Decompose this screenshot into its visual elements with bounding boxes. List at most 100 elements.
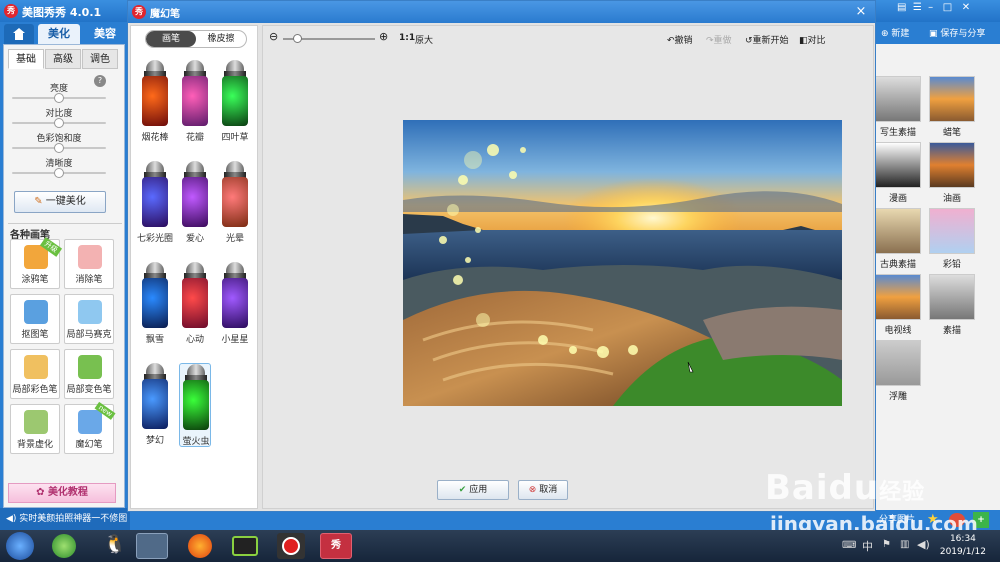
pen-item[interactable]: 小星星 [219, 262, 251, 346]
cancel-button[interactable]: ⊗ 取消 [518, 480, 568, 500]
volume-icon[interactable]: ◀) [917, 538, 930, 551]
effect-thumbnail[interactable] [929, 274, 975, 320]
media-player-icon[interactable] [232, 536, 258, 556]
compare-button[interactable]: ◧对比 [799, 33, 826, 46]
tool-button[interactable]: 背景虚化 [10, 404, 60, 454]
subtab-advanced[interactable]: 高级 [45, 49, 81, 69]
effect-thumbnail[interactable] [875, 142, 921, 188]
status-text[interactable]: 实时美颜拍照神器一不修图 [19, 514, 127, 524]
tool-icon [78, 245, 102, 269]
zoom-knob[interactable] [292, 34, 302, 43]
magic-pen-dialog: 秀 魔幻笔 × 画笔 橡皮擦 烟花棒 花瓣 四叶草 七彩光圈 爱心 光晕 飘雪 心动 小星星 梦幻… [127, 0, 876, 512]
tray-flag-icon[interactable]: ⚑ [882, 539, 891, 550]
language-indicator[interactable]: 中 [862, 538, 873, 554]
clock[interactable]: 16:34 2019/1/12 [940, 533, 986, 559]
slider-knob[interactable] [54, 143, 64, 153]
effect-label[interactable]: 电视线 [868, 323, 928, 336]
effect-label[interactable]: 油画 [922, 191, 982, 204]
pen-item[interactable]: 萤火虫 [179, 363, 211, 447]
mode-eraser[interactable]: 橡皮擦 [196, 31, 246, 47]
redo-icon: ↷ [706, 36, 714, 46]
minimize-icon[interactable]: – [928, 2, 933, 13]
save-share-button[interactable]: ▣ 保存与分享 [929, 26, 985, 39]
mode-brush[interactable]: 画笔 [146, 31, 196, 47]
slider-sharpness: 清晰度 [12, 156, 106, 178]
network-icon[interactable]: ▥ [900, 539, 909, 550]
tool-button[interactable]: 涂鸦笔 升级 [10, 237, 63, 289]
compare-label: 对比 [807, 36, 826, 46]
effect-label[interactable]: 素描 [922, 323, 982, 336]
recorder-icon[interactable] [277, 533, 305, 559]
tool-button[interactable]: 局部变色笔 [64, 349, 114, 399]
maximize-icon[interactable]: □ [943, 2, 952, 13]
effect-thumbnail[interactable] [875, 274, 921, 320]
new-button[interactable]: ⊕ 新建 [881, 26, 909, 39]
menu-icon[interactable]: ☰ [913, 2, 922, 13]
effect-label[interactable]: 写生素描 [868, 125, 928, 138]
slider-knob[interactable] [54, 168, 64, 178]
left-panel: 基础 高级 调色 ? 亮度 对比度 色彩饱和度 清晰度 ✎ 一键美化 各种画笔 … [3, 44, 125, 508]
zoom-in-icon[interactable]: ⊕ [379, 30, 388, 43]
keyboard-icon[interactable]: ⌨ [842, 540, 856, 551]
tool-button[interactable]: 局部马赛克 [64, 294, 114, 344]
apply-button[interactable]: ✔ 应用 [437, 480, 509, 500]
subtab-basic[interactable]: 基础 [8, 49, 44, 69]
effect-thumbnail[interactable] [875, 208, 921, 254]
tool-button[interactable]: 局部彩色笔 [10, 349, 60, 399]
tab-beauty[interactable]: 美容 [84, 24, 126, 44]
firefox-icon[interactable] [188, 534, 212, 558]
slider-track[interactable] [12, 118, 106, 128]
pen-body [182, 76, 208, 126]
check-icon: ✔ [458, 485, 467, 495]
zoom-out-icon[interactable]: ⊖ [269, 30, 278, 43]
zoom-ratio[interactable]: 1:1 [399, 33, 415, 43]
tool-icon [24, 300, 48, 324]
dialog-close-button[interactable]: × [853, 4, 869, 20]
slider-saturation: 色彩饱和度 [12, 131, 106, 153]
one-key-beautify-button[interactable]: ✎ 一键美化 [14, 191, 106, 213]
actual-size-label[interactable]: 原大 [415, 33, 433, 46]
dialog-titlebar: 秀 魔幻笔 × [128, 1, 875, 23]
apply-label: 应用 [469, 485, 488, 495]
meitu-taskbar-icon[interactable]: 秀 [320, 533, 352, 559]
effect-thumbnail[interactable] [929, 142, 975, 188]
cancel-icon: ⊗ [528, 485, 537, 495]
effect-label[interactable]: 古典素描 [868, 257, 928, 270]
effect-thumbnail[interactable] [929, 208, 975, 254]
start-button[interactable] [6, 532, 34, 560]
pen-item[interactable]: 四叶草 [219, 60, 251, 144]
slider-knob[interactable] [54, 93, 64, 103]
slider-knob[interactable] [54, 118, 64, 128]
close-icon[interactable]: ✕ [962, 2, 970, 13]
undo-label: 撤销 [674, 36, 693, 46]
tool-button[interactable]: 魔幻笔 new [64, 401, 116, 454]
photo-canvas[interactable] [403, 120, 842, 406]
effect-label[interactable]: 彩铅 [922, 257, 982, 270]
effect-label[interactable]: 漫画 [868, 191, 928, 204]
slider-track[interactable] [12, 143, 106, 153]
tool-label: 局部彩色笔 [12, 385, 58, 395]
qq-icon[interactable]: 🐧 [103, 534, 127, 560]
slider-track[interactable] [12, 93, 106, 103]
tutorial-button[interactable]: ✿ 美化教程 [8, 483, 116, 503]
effect-thumbnail[interactable] [875, 340, 921, 386]
effect-thumbnail[interactable] [875, 76, 921, 122]
undo-button[interactable]: ↶撤销 [667, 33, 693, 46]
slider-track[interactable] [12, 168, 106, 178]
effect-thumbnail[interactable] [929, 76, 975, 122]
zoom-slider[interactable] [283, 34, 375, 43]
file-explorer-icon[interactable] [136, 533, 168, 559]
effect-label[interactable]: 浮雕 [868, 389, 928, 402]
tool-button[interactable]: 消除笔 [64, 239, 114, 289]
tool-button[interactable]: 抠图笔 [10, 294, 60, 344]
effect-label[interactable]: 蜡笔 [922, 125, 982, 138]
message-icon[interactable]: ▤ [897, 2, 906, 13]
tab-beautify[interactable]: 美化 [38, 24, 80, 44]
pen-item[interactable]: 光晕 [219, 161, 251, 245]
home-tab[interactable] [4, 24, 34, 44]
subtab-color[interactable]: 调色 [82, 49, 118, 69]
restart-button[interactable]: ↺重新开始 [745, 33, 789, 46]
browser-360-icon[interactable] [52, 534, 76, 558]
redo-button[interactable]: ↷重做 [706, 33, 732, 46]
baidu-watermark: Baidu经验 [765, 468, 925, 508]
